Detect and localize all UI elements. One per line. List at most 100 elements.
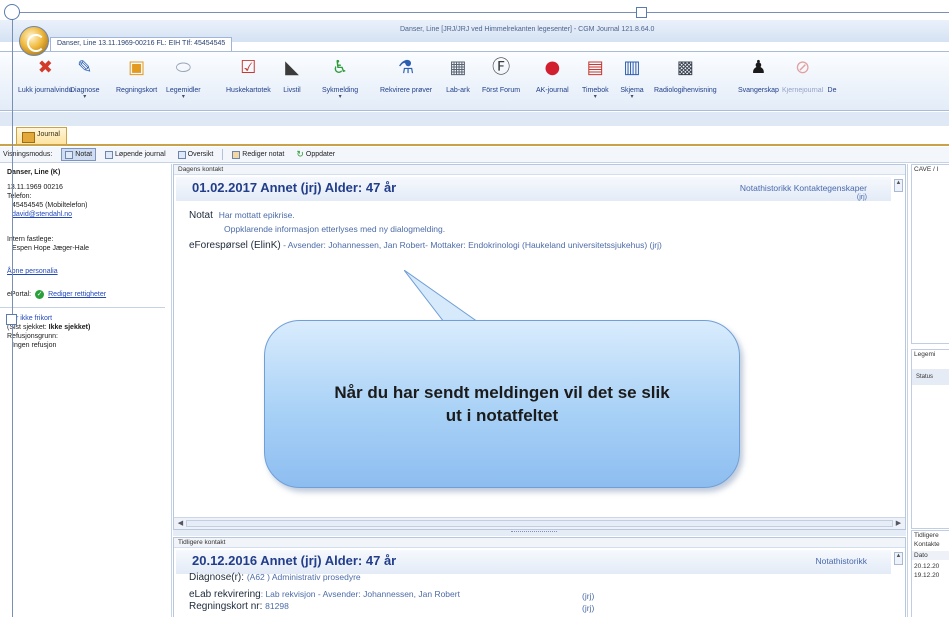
shoe-icon: ◣ [285,57,299,78]
view-oversikt-label: Oversikt [187,151,214,158]
forum-icon: Ⓕ [492,57,511,78]
calendar-icon: ▤ [586,57,604,78]
toolbar-separator [222,149,224,160]
resize-handle-top-middle[interactable] [636,7,647,18]
close-x-icon: ✖ [37,57,53,78]
ribbon-button-label: AK-journal [536,87,569,94]
medication-label: Legemi [914,351,936,358]
edit-rights-link[interactable]: Rediger rettigheter [48,290,106,299]
ribbon-button-4[interactable]: ☑ Huskekartotek [226,56,271,108]
dropdown-arrow-icon[interactable]: ▾ [339,94,342,100]
diagnosis-label: Diagnose(r): [189,572,245,583]
ribbon-button-label: Först Forum [482,87,521,94]
previous-entry-title: 20.12.2016 Annet (jrj) Alder: 47 år [192,553,397,568]
gp-label: Intern fastlege: [7,236,54,243]
view-lopende-journal-button[interactable]: Løpende journal [102,148,169,161]
overview-icon [177,150,186,159]
notat-row-2: Oppklarende informasjon etterlyses med n… [224,224,445,235]
dropdown-arrow-icon[interactable]: ▾ [182,94,185,100]
refresh-button[interactable]: ↻ Oppdater [293,148,338,161]
resize-handle-top-left[interactable] [4,4,20,20]
ribbon-button-12[interactable]: ▥ Skjema ▾ [620,56,644,108]
ribbon-button-10[interactable]: ● AK-journal [536,56,569,108]
patient-name: Danser, Line (K) [7,169,61,176]
ribbon-button-label: Timebok [582,87,609,94]
ribbon-button-0[interactable]: ✖ Lukk journalvindu [18,56,72,108]
ribbon-button-label: Rekvirere prøver [380,87,433,94]
ribbon-button-label: Kjernejournal [782,87,824,94]
scroll-left-arrow-icon[interactable]: ◀ [176,519,185,528]
ribbon-button-label: Lukk journalvindu [18,87,73,94]
ribbon-button-1[interactable]: ✎ Diagnose ▾ [70,56,100,108]
refresh-icon: ↻ [296,149,304,159]
open-personalia-link[interactable]: Åpne personalia [7,268,58,275]
checklist-icon: ☑ [240,57,257,78]
ribbon-button-label: Regningskort [116,87,158,94]
scroll-right-arrow-icon[interactable]: ▶ [894,519,903,528]
check-ok-icon: ✓ [35,290,45,299]
horizontal-scrollbar[interactable]: ◀ ▶ [174,517,905,529]
window-title: Danser, Line [JRJ/JRJ ved Himmelrekanten… [400,26,655,33]
view-notat-button[interactable]: Notat [61,148,97,161]
current-entry-header: 01.02.2017 Annet (jrj) Alder: 47 år Nota… [176,177,903,201]
eforesporsel-row[interactable]: eForespørsel (ElinK) - Avsender: Johanne… [189,240,662,251]
right-side-panel: CAVE / I Legemi Status Tidligere Kontakt… [907,164,949,617]
edit-note-button[interactable]: Rediger notat [229,148,287,161]
notat-icon [65,150,74,159]
ribbon-button-14[interactable]: ♟ Svangerskap [738,56,779,108]
ribbon-button-label: Skjema [620,87,644,94]
note-history-links[interactable]: Notathistorikk Kontaktegenskaper [740,183,867,193]
refund-value: Ingen refusjon [12,342,57,349]
scroll-up-arrow-icon[interactable]: ▲ [894,179,903,192]
diagnosis-row: Diagnose(r): (A62 ) Administrativ prosed… [189,572,361,583]
refund-label: Refusjonsgrunn: [7,333,58,340]
panel-splitter[interactable] [173,530,906,536]
ribbon-button-13[interactable]: ▩ Radiologihenvisning [654,56,717,108]
app-menu-button[interactable] [19,26,49,56]
view-oversikt-button[interactable]: Oversikt [175,148,217,161]
contacts-tab[interactable]: Kontakte [912,540,949,549]
view-notat-label: Notat [75,151,93,158]
view-lopende-label: Løpende journal [115,151,166,158]
ribbon-button-8[interactable]: ▦ Lab-ark [446,56,470,108]
scroll-up-arrow-icon[interactable]: ▲ [894,552,903,565]
ribbon-toolbar: ✖ Lukk journalvindu ✎ Diagnose ▾ ▣ Regningskor… [0,51,949,111]
resize-handle-middle-left[interactable] [6,314,17,325]
scrollbar-track[interactable] [186,520,893,527]
contact-date-2[interactable]: 19.12.20 [912,571,949,580]
patient-document-tab[interactable]: Danser, Line 13.11.1969-00216 FL: EIH TI… [50,37,233,51]
current-contact-section-label: Dagens kontakt [174,165,905,175]
dropdown-arrow-icon[interactable]: ▾ [594,94,597,100]
ribbon-button-7[interactable]: ⚗ Rekvirere prøver [380,56,432,108]
ribbon-button-16[interactable]: De [820,56,844,108]
billing-initials: (jrj) [582,603,595,613]
dropdown-arrow-icon[interactable]: ▾ [83,94,86,100]
ribbon-button-2[interactable]: ▣ Regningskort [116,56,157,108]
view-mode-toolbar: Visningsmodus: Notat Løpende journal Ove… [0,147,949,163]
contact-date-1[interactable]: 20.12.20 [912,562,949,571]
ribbon-button-label: Sykmelding [322,87,359,94]
checked-value: Ikke sjekket) [48,324,91,331]
panel-divider [0,307,165,308]
patient-email-link[interactable]: david@stendahl.no [12,211,72,218]
ribbon-button-label: Diagnose [70,87,100,94]
card-icon: ▣ [128,57,146,78]
lab-sheet-icon: ▦ [449,57,467,78]
ribbon-button-15[interactable]: ⊘ Kjernejournal [782,56,823,108]
lab-label: eLab rekvirering [189,589,261,600]
tab-journal[interactable]: Journal [16,127,67,144]
checked-label: (Sist sjekket: [7,324,47,331]
tab-underline [0,144,949,146]
ribbon-button-label: Radiologihenvisning [654,87,717,94]
splitter-grip[interactable] [511,531,557,534]
ribbon-button-9[interactable]: Ⓕ Först Forum [482,56,520,108]
more-icon [820,56,844,80]
edit-note-label: Rediger notat [242,151,285,158]
ribbon-button-3[interactable]: ⬭ Legemidler ▾ [166,56,201,108]
ribbon-button-5[interactable]: ◣ Livstil [280,56,304,108]
previous-contacts-label: Tidligere [914,532,939,539]
previous-note-history-link[interactable]: Notathistorikk [816,556,868,566]
dropdown-arrow-icon[interactable]: ▾ [630,94,633,100]
ribbon-button-11[interactable]: ▤ Timebok ▾ [582,56,609,108]
ribbon-button-6[interactable]: ♿ Sykmelding ▾ [322,56,358,108]
